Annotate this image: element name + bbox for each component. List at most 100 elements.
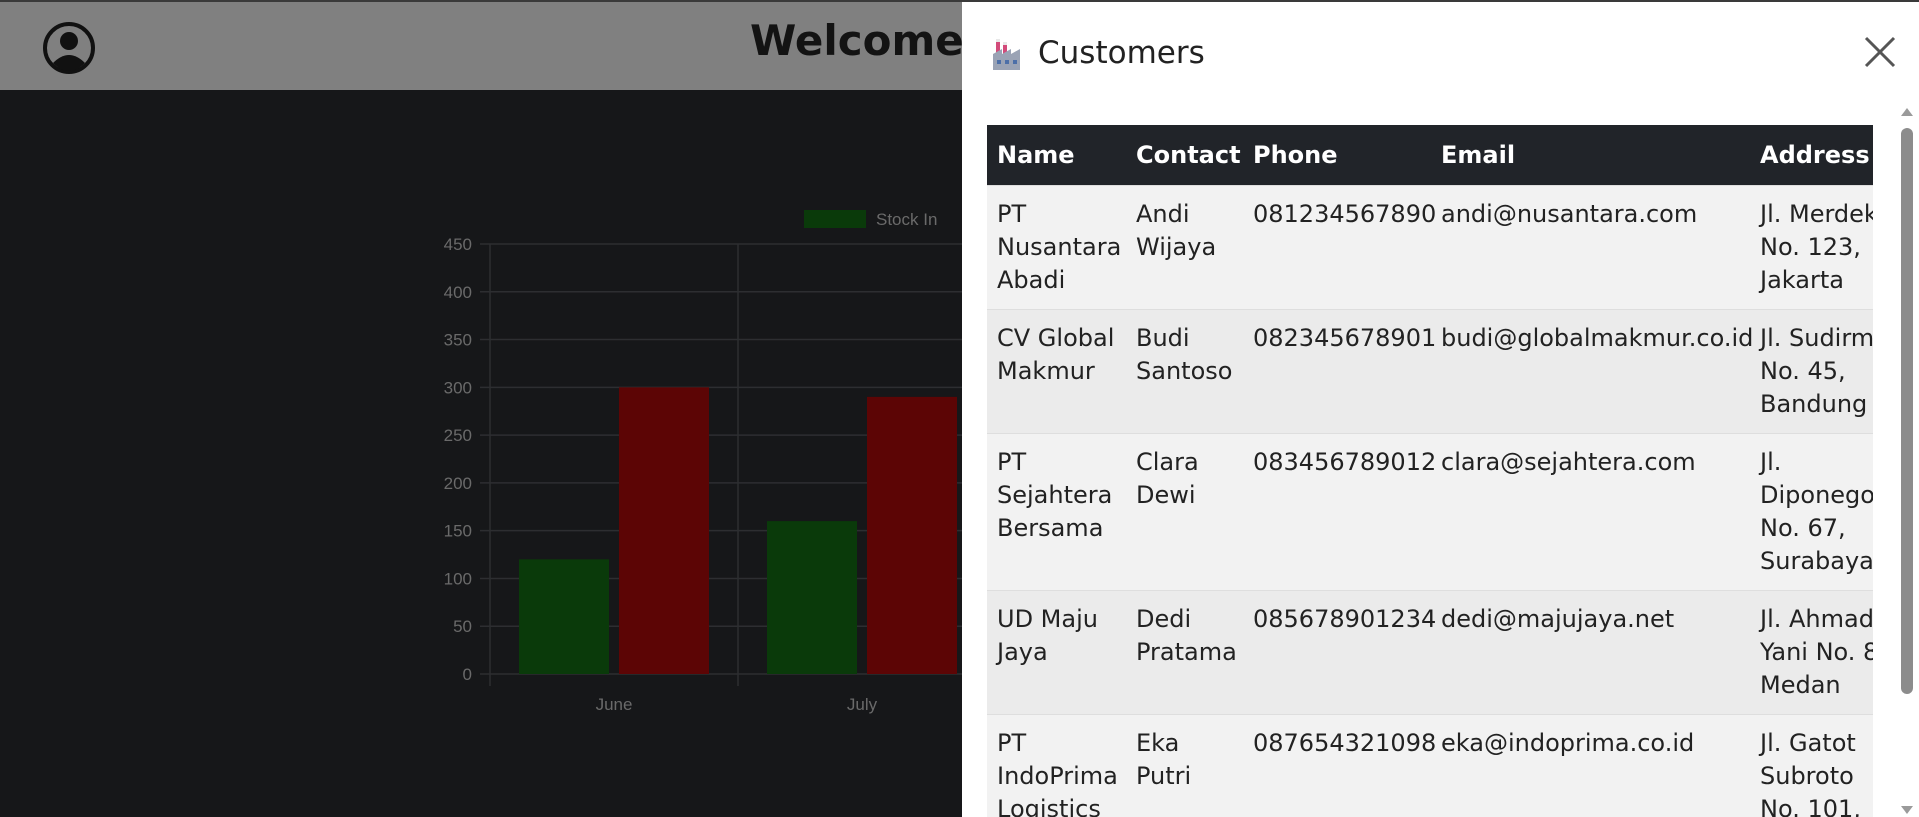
- cell-address: Jl. Diponegoro No. 67, Surabaya: [1750, 433, 1873, 591]
- cell-name-line: Abadi: [997, 266, 1066, 294]
- drawer-header: Customers: [992, 30, 1205, 76]
- cell-contact: Eka Putri: [1126, 714, 1243, 817]
- scroll-thumb[interactable]: [1901, 128, 1913, 694]
- y-tick-label: 100: [444, 569, 472, 588]
- cell-address-line: Jl.: [1760, 448, 1782, 476]
- cell-phone: 083456789012: [1243, 433, 1436, 591]
- cell-email: dedi@majujaya.net: [1431, 590, 1750, 715]
- legend-swatch-stock-in: [804, 210, 866, 228]
- column-header-address: Address: [1750, 125, 1873, 186]
- drawer-scrollbar[interactable]: [1897, 106, 1917, 817]
- cell-name: CV Global Makmur: [987, 309, 1126, 434]
- table-row: CV Global Makmur Budi Santoso 082345678901 bu…: [987, 309, 1873, 434]
- cell-contact: Andi Wijaya: [1126, 185, 1243, 310]
- cell-phone: 085678901234: [1243, 590, 1436, 715]
- table-row: PT Sejahtera Bersama Clara Dewi 083456789012 c…: [987, 433, 1873, 591]
- y-tick-label: 0: [463, 665, 472, 684]
- cell-address-line: Jl. Ahmad: [1760, 605, 1873, 633]
- cell-name: PT Sejahtera Bersama: [987, 433, 1126, 591]
- scroll-down-icon[interactable]: [1900, 804, 1914, 816]
- cell-name-line: Bersama: [997, 514, 1104, 542]
- cell-contact-line: Santoso: [1136, 357, 1233, 385]
- cell-name-line: Sejahtera: [997, 481, 1113, 509]
- scroll-up-icon[interactable]: [1900, 106, 1914, 118]
- cell-address-line: Jakarta: [1760, 266, 1844, 294]
- cell-name-line: Jaya: [997, 638, 1048, 666]
- y-tick-label: 400: [444, 283, 472, 302]
- cell-contact-line: Eka: [1136, 729, 1180, 757]
- stock-chart-svg: 0 50 100 150 200 250 300 350 400 450 June July Stock…: [444, 210, 968, 714]
- cell-phone: 081234567890: [1243, 185, 1436, 310]
- cell-address-line: Subroto: [1760, 762, 1854, 790]
- cell-contact: Clara Dewi: [1126, 433, 1243, 591]
- cell-address-line: Medan: [1760, 671, 1841, 699]
- bar-series-2: [619, 387, 709, 674]
- bar-series-2: [867, 396, 957, 674]
- cell-address-line: Jl. Merdeka: [1760, 200, 1873, 228]
- table-row: UD Maju Jaya Dedi Pratama 085678901234 dedi@m…: [987, 590, 1873, 715]
- stock-chart: 0 50 100 150 200 250 300 350 400 450 June July Stock…: [408, 190, 968, 750]
- cell-contact-line: Dedi: [1136, 605, 1192, 633]
- table-row: PT IndoPrima Logistics Eka Putri 087654321098…: [987, 714, 1873, 817]
- cell-contact-line: Putri: [1136, 762, 1192, 790]
- cell-contact-line: Clara: [1136, 448, 1199, 476]
- table-row: PT Nusantara Abadi Andi Wijaya 081234567890 an…: [987, 185, 1873, 310]
- column-header-contact: Contact: [1126, 125, 1243, 186]
- cell-address-line: No. 45,: [1760, 357, 1846, 385]
- cell-name-line: PT: [997, 448, 1027, 476]
- user-avatar-icon[interactable]: [42, 21, 96, 75]
- cell-phone: 087654321098: [1243, 714, 1436, 817]
- cell-name-line: Makmur: [997, 357, 1095, 385]
- cell-contact-line: Pratama: [1136, 638, 1237, 666]
- cell-address-line: Diponegoro: [1760, 481, 1873, 509]
- cell-email: andi@nusantara.com: [1431, 185, 1750, 310]
- cell-address: Jl. Merdeka No. 123, Jakarta: [1750, 185, 1873, 310]
- cell-name-line: UD Maju: [997, 605, 1098, 633]
- cell-address: Jl. Sudirman No. 45, Bandung: [1750, 309, 1873, 434]
- cell-address: Jl. Ahmad Yani No. 8 Medan: [1750, 590, 1873, 715]
- cell-name-line: Nusantara: [997, 233, 1122, 261]
- cell-name-line: Logistics: [997, 795, 1101, 817]
- cell-name-line: PT: [997, 200, 1027, 228]
- x-tick-label: June: [596, 695, 633, 714]
- factory-icon: [993, 39, 1020, 70]
- y-tick-label: 200: [444, 474, 472, 493]
- column-header-name: Name: [987, 125, 1126, 186]
- bar-stock-in: [519, 559, 609, 674]
- cell-contact-line: Budi: [1136, 324, 1190, 352]
- cell-address-line: Jl. Sudirman: [1760, 324, 1873, 352]
- close-icon[interactable]: [1862, 34, 1898, 70]
- cell-address: Jl. Gatot Subroto No. 101,: [1750, 714, 1873, 817]
- x-tick-label: July: [847, 695, 878, 714]
- cell-name-line: PT: [997, 729, 1027, 757]
- y-tick-label: 350: [444, 331, 472, 350]
- cell-address-line: Jl. Gatot: [1760, 729, 1856, 757]
- cell-address-line: No. 67,: [1760, 514, 1846, 542]
- cell-name-line: CV Global: [997, 324, 1115, 352]
- cell-contact-line: Wijaya: [1136, 233, 1217, 261]
- customers-table: Name Contact Phone Email Address PT Nusan…: [987, 125, 1873, 817]
- y-tick-label: 250: [444, 426, 472, 445]
- cell-contact: Dedi Pratama: [1126, 590, 1243, 715]
- cell-name: UD Maju Jaya: [987, 590, 1126, 715]
- cell-contact-line: Dewi: [1136, 481, 1196, 509]
- customers-drawer: Customers Name Contact Phone Email Addre…: [962, 0, 1919, 817]
- column-header-phone: Phone: [1243, 125, 1431, 186]
- cell-contact-line: Andi: [1136, 200, 1190, 228]
- cell-address-line: No. 123,: [1760, 233, 1861, 261]
- drawer-title: Customers: [1038, 35, 1205, 71]
- y-tick-label: 300: [444, 378, 472, 397]
- cell-contact: Budi Santoso: [1126, 309, 1243, 434]
- cell-phone: 082345678901: [1243, 309, 1436, 434]
- welcome-heading: Welcome,: [750, 16, 980, 65]
- y-tick-label: 450: [444, 235, 472, 254]
- table-header-row: Name Contact Phone Email Address: [987, 125, 1873, 186]
- cell-address-line: No. 101,: [1760, 795, 1861, 817]
- cell-address-line: Yani No. 8: [1760, 638, 1873, 666]
- cell-email: clara@sejahtera.com: [1431, 433, 1750, 591]
- legend-label-stock-in: Stock In: [876, 210, 937, 229]
- cell-name: PT Nusantara Abadi: [987, 185, 1126, 310]
- y-tick-label: 50: [453, 617, 472, 636]
- cell-address-line: Surabaya: [1760, 547, 1873, 575]
- cell-email: eka@indoprima.co.id: [1431, 714, 1750, 817]
